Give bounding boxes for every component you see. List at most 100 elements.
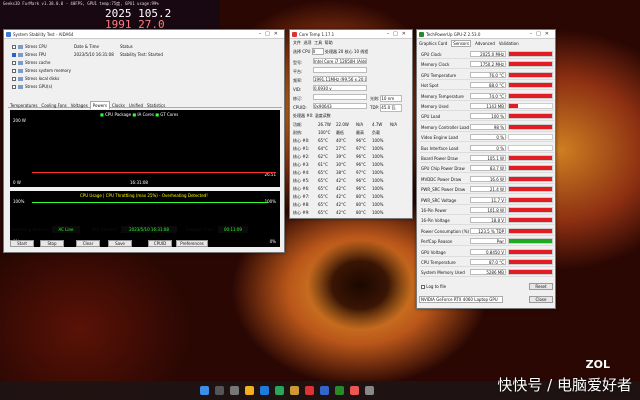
sensor-name[interactable]: GPU Load <box>421 114 440 119</box>
app-icon[interactable] <box>290 386 299 395</box>
gpuz-tab[interactable]: Advanced <box>475 41 495 46</box>
aida-tab[interactable]: Voltages <box>69 102 90 109</box>
checkbox-icon[interactable] <box>12 77 16 81</box>
stress-option[interactable]: Stress system memory <box>12 68 71 73</box>
checkbox-icon[interactable] <box>12 45 16 49</box>
sensor-name[interactable]: Board Power Draw <box>421 156 458 161</box>
aida-tab[interactable]: Temperatures <box>8 102 39 109</box>
checkbox-icon[interactable] <box>12 53 16 57</box>
stress-option[interactable]: Stress cache <box>12 60 50 65</box>
sensor-name[interactable]: Memory Controller Load <box>421 125 469 130</box>
menu-options[interactable]: 选项 <box>304 40 312 45</box>
sensor-row: GPU Load 100 % <box>420 112 554 122</box>
sensor-name[interactable]: GPU Voltage <box>421 250 446 255</box>
gpuz-window[interactable]: TechPowerUp GPU-Z 2.53.0 –□✕ Graphics Ca… <box>416 29 556 309</box>
aida-tab[interactable]: Cooling Fans <box>39 102 68 109</box>
sensor-name[interactable]: Memory Used <box>421 104 449 109</box>
task-view-icon[interactable] <box>230 386 239 395</box>
sensor-graph <box>508 134 553 141</box>
stress-option[interactable]: Stress GPU(s) <box>12 84 52 89</box>
window-controls-icon[interactable]: –□✕ <box>530 31 553 37</box>
power-graph-line <box>32 172 276 173</box>
power-graph-ymin: 0 W <box>13 180 21 185</box>
coretemp-menu[interactable]: 文件 选项 工具 帮助 <box>293 40 333 46</box>
sensor-name[interactable]: Video Engine Load <box>421 135 458 140</box>
sensor-value: 100 % <box>470 113 506 120</box>
gpu-select-dropdown[interactable]: NVIDIA GeForce RTX 4060 Laptop GPU <box>419 296 503 303</box>
gpuz-tab[interactable]: Sensors <box>451 40 472 47</box>
start-icon[interactable] <box>200 386 209 395</box>
stress-option[interactable]: Stress local disks <box>12 76 59 81</box>
source-watermark: 快快号 / 电脑爱好者 <box>497 376 632 394</box>
menu-help[interactable]: 帮助 <box>325 40 333 45</box>
sensor-name[interactable]: CPU Temperature <box>421 260 456 265</box>
gpuz-taskbar-icon[interactable] <box>335 386 344 395</box>
window-controls-icon[interactable]: –□✕ <box>387 31 410 37</box>
stress-option[interactable]: Stress FPU <box>12 52 46 57</box>
select-cpu-dropdown[interactable]: 0 <box>311 48 324 55</box>
search-icon[interactable] <box>215 386 224 395</box>
sensor-name[interactable]: PerfCap Reason <box>421 239 452 244</box>
aida-titlebar[interactable]: System Stability Test - AIDA64 –□✕ <box>4 30 284 39</box>
checkbox-icon[interactable] <box>12 69 16 73</box>
gpuz-app-icon <box>419 32 424 37</box>
coretemp-titlebar[interactable]: Core Temp 1.17.1 –□✕ <box>290 30 412 39</box>
aida-button[interactable]: Save <box>108 240 132 247</box>
furmark-taskbar-icon[interactable] <box>350 386 359 395</box>
stress-option[interactable]: Stress CPU <box>12 44 47 49</box>
sensor-name[interactable]: GPU Chip Power Draw <box>421 166 465 171</box>
log-to-file-checkbox[interactable]: Log to file <box>421 284 446 289</box>
aida-stability-window[interactable]: System Stability Test - AIDA64 –□✕ Stres… <box>3 29 285 253</box>
sensor-name[interactable]: Memory Clock <box>421 62 449 67</box>
aida-button[interactable]: Start <box>10 240 34 247</box>
sensor-name[interactable]: Power Consumption (%) <box>421 229 469 234</box>
aida-button[interactable]: Clear <box>76 240 100 247</box>
sensor-row: GPU Voltage 0.8450 V <box>420 248 554 257</box>
sensor-value: 1750.2 MHz <box>470 61 506 68</box>
store-icon[interactable] <box>275 386 284 395</box>
sensor-graph <box>508 196 553 203</box>
cpu-selector-row[interactable]: 选择 CPU 0 处理器 20 核心 10 线程 <box>293 48 368 55</box>
aida-tab[interactable]: Powers <box>89 101 110 109</box>
checkbox-icon[interactable] <box>12 61 16 65</box>
sensor-name[interactable]: GPU Temperature <box>421 73 456 78</box>
checkbox-icon[interactable] <box>12 85 16 89</box>
aida-tab[interactable]: Clocks <box>110 102 127 109</box>
app-icon[interactable] <box>365 386 374 395</box>
file-explorer-icon[interactable] <box>245 386 254 395</box>
checkbox-icon[interactable] <box>421 285 425 289</box>
sensor-name[interactable]: PWR_SRC Power Draw <box>421 187 465 192</box>
edge-icon[interactable] <box>260 386 269 395</box>
sensor-name[interactable]: 16-Pin Voltage <box>421 218 450 223</box>
sensor-name[interactable]: System Memory Used <box>421 270 465 275</box>
gpuz-tab[interactable]: Graphics Card <box>419 41 447 46</box>
aida-button[interactable]: Stop <box>40 240 64 247</box>
reset-button[interactable]: Reset <box>529 283 553 290</box>
core-t-cell: 64°C <box>318 146 328 151</box>
coretemp-window[interactable]: Core Temp 1.17.1 –□✕ 文件 选项 工具 帮助 选择 CPU … <box>289 29 413 219</box>
gpuz-tab[interactable]: Validation <box>499 41 519 46</box>
column-header: 100°C <box>318 130 331 135</box>
aida-taskbar-icon[interactable] <box>320 386 329 395</box>
sensor-name[interactable]: Memory Temperature <box>421 94 464 99</box>
sensor-name[interactable]: Bus Interface Load <box>421 146 458 151</box>
core-ld-cell: 100% <box>372 210 384 215</box>
aida-button[interactable]: Preferences <box>176 240 208 247</box>
menu-tools[interactable]: 工具 <box>314 40 322 45</box>
aida-tab[interactable]: Statistics <box>145 102 167 109</box>
sensor-name[interactable]: GPU Clock <box>421 52 442 57</box>
sensor-name[interactable]: PWR_SRC Voltage <box>421 198 456 203</box>
aida-button[interactable]: CPUID <box>148 240 172 247</box>
window-controls-icon[interactable]: –□✕ <box>259 31 282 37</box>
coretemp-taskbar-icon[interactable] <box>305 386 314 395</box>
close-button[interactable]: Close <box>529 296 553 303</box>
sensor-row: Power Consumption (%) 123.5 % TDP <box>420 227 554 236</box>
gpuz-titlebar[interactable]: TechPowerUp GPU-Z 2.53.0 –□✕ <box>417 30 555 39</box>
gpuz-tabs[interactable]: Graphics Card Sensors Advanced Validation <box>419 40 523 47</box>
sensor-name[interactable]: Hot Spot <box>421 83 438 88</box>
sensor-name[interactable]: MVDDC Power Draw <box>421 177 461 182</box>
aida-tab[interactable]: Unified <box>127 102 145 109</box>
menu-file[interactable]: 文件 <box>293 40 301 45</box>
sensor-graph-fill <box>509 104 518 108</box>
sensor-name[interactable]: 16-Pin Power <box>421 208 447 213</box>
